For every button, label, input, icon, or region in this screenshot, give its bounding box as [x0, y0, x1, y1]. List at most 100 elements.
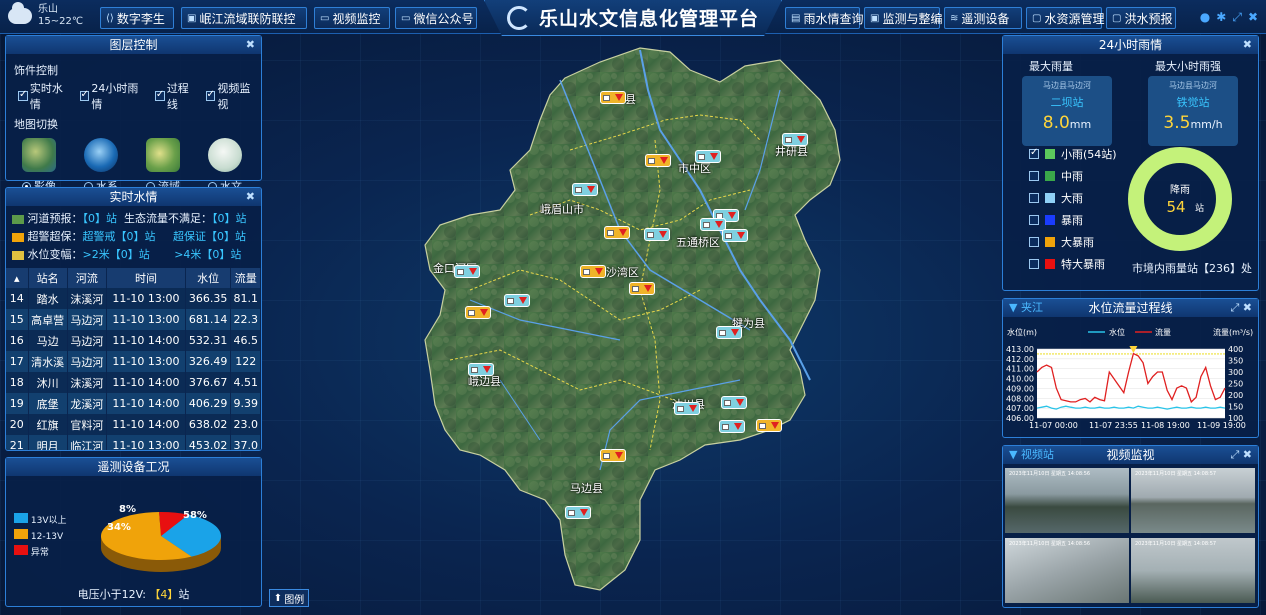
station-marker[interactable]	[644, 228, 670, 241]
close-icon[interactable]: ✖	[1243, 36, 1252, 54]
nav-digital-twin-button[interactable]: ⟨⟩ 数字李生	[100, 7, 174, 29]
map-option-basin[interactable]: 流域	[146, 138, 180, 194]
legend-button[interactable]: ⬆ 图例	[269, 589, 309, 607]
col-time[interactable]: 时间	[106, 268, 186, 288]
col-flow[interactable]: 流量	[230, 268, 261, 288]
table-row[interactable]: 17 清水溪 马边河 11-10 13:00 326.49 122	[6, 351, 261, 372]
telemetry-panel: 遥测设备工况 13V以上 12-13V 异常 34% 58% 8% 电压小于12…	[5, 457, 262, 607]
video-station-dropdown[interactable]: ▼ 视频站	[1009, 446, 1054, 464]
station-dropdown[interactable]: ▼ 夹江	[1009, 299, 1043, 317]
rain-donut-chart[interactable]: 降雨 54 站	[1125, 144, 1235, 254]
table-row[interactable]: 19 底堡 龙溪河 11-10 14:00 406.29 9.39	[6, 393, 261, 414]
video-feed-2[interactable]: 2023年11月10日 星期五 14:08:57	[1131, 468, 1255, 533]
station-marker[interactable]	[645, 154, 671, 167]
map-switch-options: 影像 水系 流域 水文	[22, 138, 261, 194]
fullscreen-icon[interactable]: ⤢	[1232, 10, 1242, 25]
chart-icon: ▤	[791, 12, 801, 24]
max-intensity-box[interactable]: 马边县马边河 铁觉站 3.5mm/h	[1148, 76, 1238, 146]
nav-water-resource-button[interactable]: ▢ 水资源管理	[1026, 7, 1104, 29]
nav-wechat-button[interactable]: ▭ 微信公众号	[395, 7, 477, 29]
station-marker[interactable]	[565, 506, 591, 519]
expand-close-icons[interactable]: ⤢ ✖	[1230, 446, 1252, 464]
table-row[interactable]: 18 沐川 沫溪河 11-10 14:00 376.67 4.51	[6, 372, 261, 393]
checkbox[interactable]	[1029, 215, 1039, 225]
checkbox-24h-rain[interactable]: 24小时雨情	[79, 80, 149, 112]
station-marker[interactable]	[629, 282, 655, 295]
nav-telemetry-button[interactable]: ≋ 遥测设备	[944, 7, 1022, 29]
station-marker[interactable]	[600, 449, 626, 462]
process-line-chart[interactable]: 水位(m) 流量(m³/s) 水位 流量 413.00412.00411.00410.0…	[1003, 319, 1258, 437]
map-option-hydro[interactable]: 水文	[208, 138, 242, 194]
doc-icon: ▢	[1112, 12, 1122, 24]
col-river[interactable]: 河流	[67, 268, 108, 288]
station-marker[interactable]	[454, 265, 480, 278]
nav-flood-forecast-button[interactable]: ▢ 洪水预报	[1106, 7, 1176, 29]
rain-legend-item[interactable]: 暴雨	[1029, 212, 1117, 228]
station-marker[interactable]	[468, 363, 494, 376]
nav-video-button[interactable]: ▭ 视频监控	[314, 7, 390, 29]
col-station[interactable]: 站名	[28, 268, 68, 288]
video-feed-1[interactable]: 2023年11月10日 星期五 14:08:56	[1005, 468, 1129, 533]
close-icon[interactable]: ✖	[246, 36, 255, 54]
over-guarantee-count[interactable]: 超保证【0】站	[173, 230, 246, 243]
car-icon: ▣	[870, 12, 880, 24]
table-row[interactable]: 21 明月 临江河 11-10 13:00 453.02 37.0	[6, 435, 261, 450]
station-marker[interactable]	[572, 183, 598, 196]
station-marker[interactable]	[722, 229, 748, 242]
nav-monitor-button[interactable]: ▣ 监测与整编	[864, 7, 942, 29]
station-marker[interactable]	[504, 294, 530, 307]
rain-legend-item[interactable]: 中雨	[1029, 168, 1117, 184]
legend-swatch	[1045, 215, 1055, 225]
expand-close-icons[interactable]: ⤢ ✖	[1230, 299, 1252, 317]
station-marker[interactable]	[695, 150, 721, 163]
max-rain-box[interactable]: 马边县马边河 二坝站 8.0mm	[1022, 76, 1112, 146]
map-option-imagery[interactable]: 影像	[22, 138, 56, 194]
checkbox-realtime-water[interactable]: 实时水情	[18, 80, 74, 112]
checkbox[interactable]	[1029, 171, 1039, 181]
user-icon[interactable]: ●	[1200, 10, 1210, 25]
station-marker[interactable]	[674, 402, 700, 415]
table-row[interactable]: 20 红旗 官料河 11-10 14:00 638.02 23.0	[6, 414, 261, 435]
table-row[interactable]: 15 高卓营 马边河 11-10 13:00 681.14 22.3	[6, 309, 261, 330]
change-4m-count[interactable]: >4米【0】站	[174, 248, 241, 261]
eco-flow-count[interactable]: 【0】站	[212, 212, 247, 225]
rain-legend-item[interactable]: 小雨(54站)	[1029, 146, 1117, 162]
nav-minjiang-button[interactable]: ▣ 岷江流域联防联控	[181, 7, 307, 29]
legend-swatch	[1045, 149, 1055, 159]
video-feed-3[interactable]: 2023年11月10日 星期五 14:08:56	[1005, 538, 1129, 603]
close-icon[interactable]: ✖	[1248, 10, 1258, 25]
checkbox-process-line[interactable]: 过程线	[154, 80, 200, 112]
y-tick-right: 350	[1228, 357, 1243, 366]
station-marker[interactable]	[782, 133, 808, 146]
station-marker[interactable]	[580, 265, 606, 278]
map-option-water[interactable]: 水系	[84, 138, 118, 194]
station-marker[interactable]	[716, 326, 742, 339]
nav-rain-query-button[interactable]: ▤ 雨水情查询	[785, 7, 863, 29]
checkbox[interactable]	[1029, 193, 1039, 203]
rain-legend-item[interactable]: 大雨	[1029, 190, 1117, 206]
rain-legend-item[interactable]: 大暴雨	[1029, 234, 1117, 250]
checkbox[interactable]	[1029, 147, 1039, 159]
station-marker[interactable]	[719, 420, 745, 433]
video-feed-4[interactable]: 2023年11月10日 星期五 14:08:57	[1131, 538, 1255, 603]
legend-label: 中雨	[1061, 170, 1083, 183]
station-marker[interactable]	[600, 91, 626, 104]
river-forecast-count[interactable]: 【0】站	[83, 212, 118, 225]
checkbox[interactable]	[1029, 237, 1039, 247]
col-level[interactable]: 水位	[185, 268, 232, 288]
station-marker[interactable]	[756, 419, 782, 432]
table-row[interactable]: 16 马边 马边河 11-10 14:00 532.31 46.5	[6, 330, 261, 351]
table-row[interactable]: 14 踏水 沫溪河 11-10 13:00 366.35 81.1	[6, 288, 261, 309]
gear-icon[interactable]: ✱	[1216, 10, 1226, 25]
over-warning-count[interactable]: 超警戒【0】站	[83, 230, 156, 243]
map-label-shawan: 沙湾区	[606, 266, 639, 279]
legend-label: 大雨	[1061, 192, 1083, 205]
change-2m-count[interactable]: >2米【0】站	[83, 248, 150, 261]
close-icon[interactable]: ✖	[246, 188, 255, 206]
checkbox-video[interactable]: 视频监视	[205, 80, 262, 112]
station-marker[interactable]	[465, 306, 491, 319]
station-marker[interactable]	[604, 226, 630, 239]
sort-icon[interactable]: ▴	[6, 268, 29, 288]
telemetry-pie-chart[interactable]: 34% 58% 8%	[91, 498, 231, 583]
station-marker[interactable]	[721, 396, 747, 409]
